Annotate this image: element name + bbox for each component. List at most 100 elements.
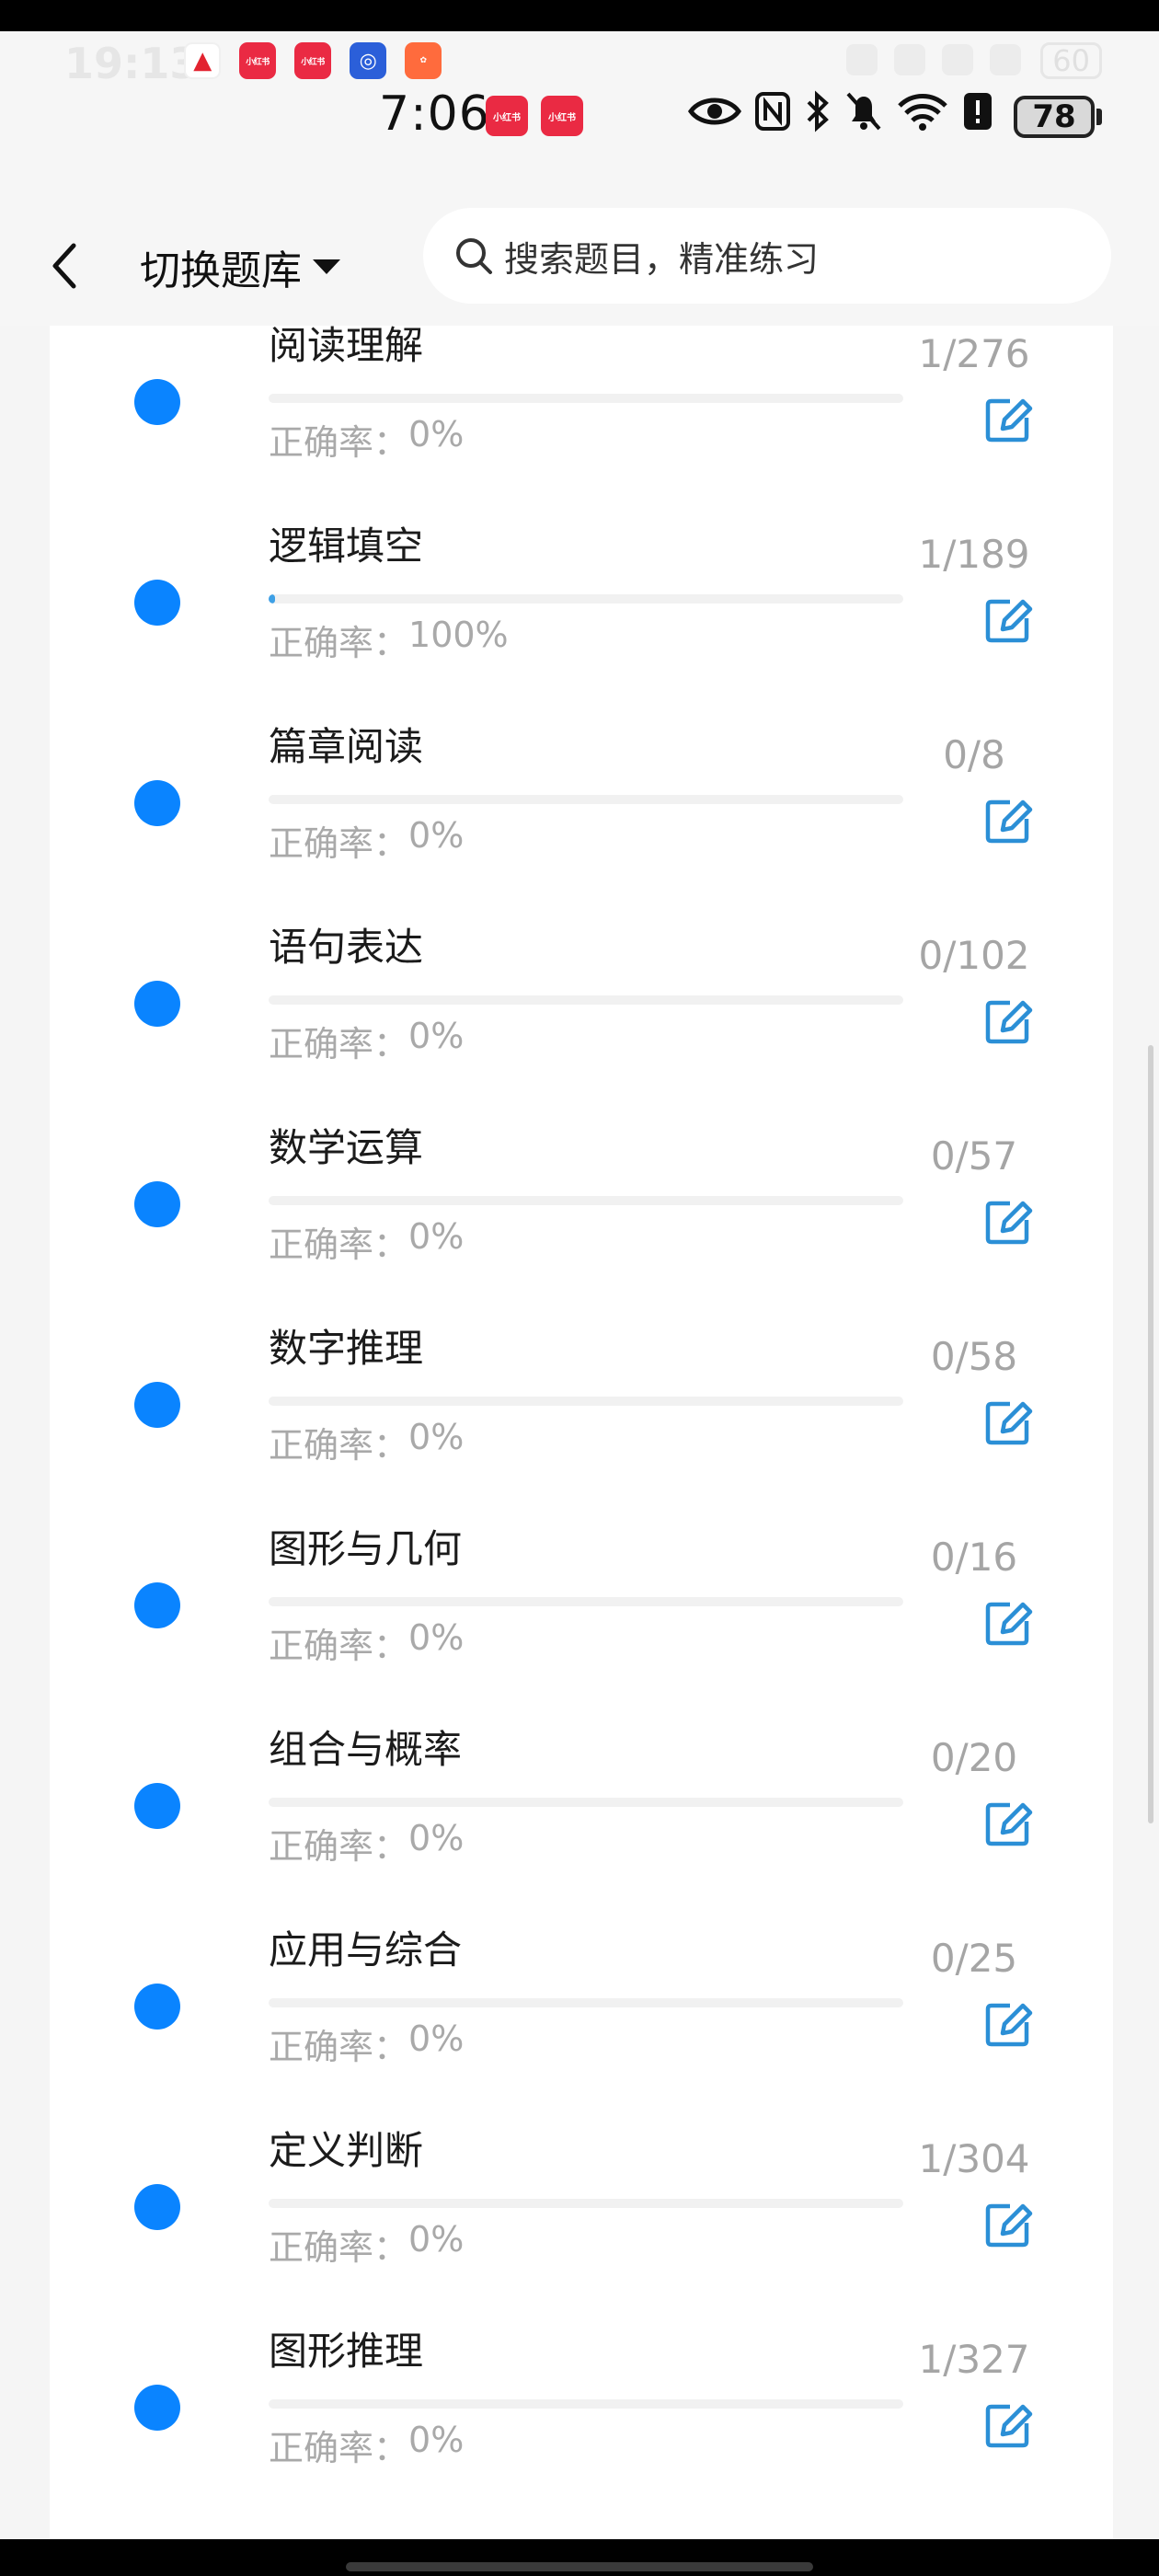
accuracy-value: 100%: [408, 615, 509, 655]
progress-bar: [269, 1798, 903, 1807]
accuracy-text: 正确率： 0%: [269, 1417, 464, 1467]
category-title: 应用与综合: [269, 1927, 463, 1972]
progress-bar: [269, 795, 903, 804]
edit-icon[interactable]: [982, 1597, 1034, 1649]
ghost-status-icons: [846, 44, 1021, 75]
home-indicator[interactable]: [346, 2562, 813, 2571]
accuracy-label: 正确率：: [269, 2428, 409, 2468]
progress-bar: [269, 1597, 903, 1606]
nfc-icon: [755, 92, 790, 131]
list-item[interactable]: 篇章阅读 正确率： 0% 0/8: [50, 716, 1113, 916]
scrollbar[interactable]: [1148, 1045, 1153, 1823]
accuracy-text: 正确率： 0%: [269, 2219, 464, 2270]
accuracy-value: 0%: [408, 2420, 465, 2460]
accuracy-text: 正确率： 0%: [269, 414, 464, 465]
edit-icon[interactable]: [982, 2399, 1034, 2451]
accuracy-label: 正确率：: [269, 1425, 409, 1466]
xiaohongshu-notification-icon: 小红书: [541, 96, 583, 136]
edit-icon[interactable]: [982, 995, 1034, 1047]
xiaohongshu-icon: 小红书: [239, 42, 276, 79]
list-item[interactable]: 图形与几何 正确率： 0% 0/16: [50, 1518, 1113, 1719]
accuracy-label: 正确率：: [269, 823, 409, 864]
progress-bar: [269, 2199, 903, 2208]
app-pattern-icon: ✿: [405, 42, 442, 79]
question-count: 1/304: [918, 2136, 1030, 2181]
accuracy-value: 0%: [408, 2219, 465, 2260]
app-a-icon: ▲: [184, 42, 221, 79]
accuracy-text: 正确率： 0%: [269, 815, 464, 866]
battery-tip: [1096, 109, 1102, 125]
edit-icon[interactable]: [982, 1998, 1034, 2050]
accuracy-value: 0%: [408, 1216, 465, 1257]
question-count: 1/327: [918, 2337, 1030, 2382]
progress-bar: [269, 594, 903, 604]
question-count: 0/25: [930, 1936, 1018, 1981]
edit-icon[interactable]: [982, 594, 1034, 646]
edit-icon[interactable]: [982, 1798, 1034, 1849]
progress-bar: [269, 1196, 903, 1205]
status-bar: 19:13 ▲ 小红书 小红书 ◎ ✿ 60 7:06 小红书 小红书 78: [0, 31, 1159, 197]
accuracy-label: 正确率：: [269, 1626, 409, 1666]
accuracy-value: 0%: [408, 2018, 465, 2059]
edit-icon[interactable]: [982, 1397, 1034, 1448]
accuracy-value: 0%: [408, 1016, 465, 1056]
list-item[interactable]: 数学运算 正确率： 0% 0/57: [50, 1117, 1113, 1317]
question-count: 0/20: [930, 1735, 1018, 1780]
app-blue-icon: ◎: [350, 42, 386, 79]
list-item[interactable]: 逻辑填空 正确率： 100% 1/189: [50, 515, 1113, 716]
question-count: 0/57: [930, 1133, 1018, 1179]
switch-bank-dropdown[interactable]: 切换题库: [140, 230, 342, 304]
wifi-icon: [898, 94, 947, 131]
accuracy-label: 正确率：: [269, 623, 409, 663]
top-black-bar: [0, 0, 1159, 31]
question-count: 0/102: [918, 933, 1030, 978]
accuracy-label: 正确率：: [269, 1225, 409, 1265]
status-dot: [134, 1783, 180, 1829]
ghost-battery: 60: [1040, 42, 1102, 79]
category-title: 图形与几何: [269, 1526, 463, 1571]
status-dot: [134, 1582, 180, 1628]
status-dot: [134, 1984, 180, 2030]
accuracy-text: 正确率： 0%: [269, 1216, 464, 1267]
edit-icon[interactable]: [982, 1196, 1034, 1248]
edit-icon[interactable]: [982, 2199, 1034, 2250]
accuracy-value: 0%: [408, 815, 465, 856]
search-input[interactable]: 搜索题目，精准练习: [423, 208, 1111, 304]
accuracy-label: 正确率：: [269, 2227, 409, 2268]
edit-icon[interactable]: [982, 394, 1034, 445]
list-item[interactable]: 图形推理 正确率： 0% 1/327: [50, 2320, 1113, 2521]
list-item[interactable]: 定义判断 正确率： 0% 1/304: [50, 2120, 1113, 2320]
progress-bar: [269, 1998, 903, 2007]
progress-bar: [269, 1397, 903, 1406]
accuracy-label: 正确率：: [269, 2027, 409, 2067]
accuracy-label: 正确率：: [269, 1024, 409, 1064]
accuracy-text: 正确率： 0%: [269, 1818, 464, 1869]
category-title: 组合与概率: [269, 1727, 463, 1772]
accuracy-text: 正确率： 100%: [269, 615, 509, 665]
list-item[interactable]: 阅读理解 正确率： 0% 1/276: [50, 315, 1113, 515]
list-item[interactable]: 语句表达 正确率： 0% 0/102: [50, 916, 1113, 1117]
xiaohongshu-icon: 小红书: [294, 42, 331, 79]
accuracy-text: 正确率： 0%: [269, 1617, 464, 1668]
status-dot: [134, 1382, 180, 1428]
bluetooth-icon: [807, 90, 829, 132]
accuracy-value: 0%: [408, 1417, 465, 1457]
edit-icon[interactable]: [982, 795, 1034, 846]
status-dot: [134, 780, 180, 826]
category-title: 阅读理解: [269, 323, 424, 368]
status-dot: [134, 379, 180, 425]
category-title: 篇章阅读: [269, 724, 424, 769]
accuracy-value: 0%: [408, 1617, 465, 1658]
battery-indicator: 78: [1014, 96, 1095, 138]
list-item[interactable]: 组合与概率 正确率： 0% 0/20: [50, 1719, 1113, 1919]
header: 切换题库 搜索题目，精准练习: [0, 197, 1159, 326]
search-placeholder: 搜索题目，精准练习: [504, 238, 820, 280]
caret-down-icon: [313, 259, 340, 274]
notification-app-icons: ▲ 小红书 小红书 ◎ ✿: [184, 42, 442, 79]
back-button[interactable]: [46, 224, 101, 307]
list-item[interactable]: 应用与综合 正确率： 0% 0/25: [50, 1919, 1113, 2120]
list-item[interactable]: 数字推理 正确率： 0% 0/58: [50, 1317, 1113, 1518]
eye-icon: [688, 98, 741, 125]
accuracy-text: 正确率： 0%: [269, 2420, 464, 2470]
progress-bar: [269, 2399, 903, 2409]
